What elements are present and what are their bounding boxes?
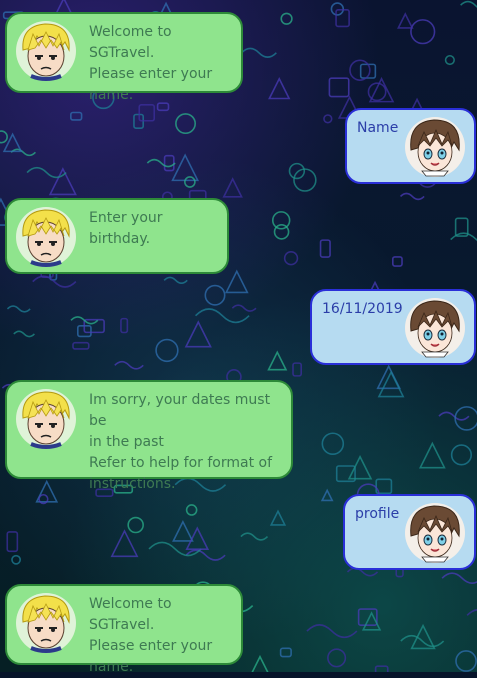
doodle-shape (194, 308, 250, 324)
user-message-text: profile (355, 506, 400, 522)
doodle-shape (172, 520, 194, 542)
doodle-shape (224, 269, 249, 294)
blonde-character-avatar (15, 20, 77, 82)
doodle-shape (418, 441, 446, 469)
doodle-shape (292, 362, 302, 377)
doodle-shape (184, 176, 196, 188)
doodle-shape (455, 650, 477, 672)
bot-message-text: Enter your birthday. (89, 210, 163, 247)
doodle-shape (367, 82, 387, 102)
doodle-shape (283, 251, 299, 266)
doodle-shape (377, 370, 405, 398)
doodle-shape (320, 488, 334, 502)
doodle-shape (268, 76, 291, 100)
user-message-1: Name (345, 108, 476, 184)
brown-haired-character-avatar (404, 502, 466, 564)
doodle-shape (410, 19, 436, 45)
doodle-shape (280, 12, 293, 25)
bot-message-2: Enter your birthday. (5, 198, 229, 274)
bot-message-text: Welcome to SGTravel. Please enter your n… (89, 24, 213, 103)
brown-haired-character-avatar (404, 116, 466, 178)
doodle-shape (127, 516, 144, 534)
user-message-text: Name (357, 120, 399, 136)
doodle-shape (72, 341, 90, 350)
doodle-shape (163, 276, 188, 284)
doodle-shape (321, 432, 345, 456)
blonde-character-avatar (15, 592, 77, 654)
doodle-shape (231, 304, 257, 312)
doodle-shape (240, 47, 277, 58)
user-message-text: 16/11/2019 (322, 301, 403, 317)
doodle-shape (155, 338, 179, 363)
doodle-shape (13, 330, 35, 338)
bot-message-1: Welcome to SGTravel. Please enter your n… (5, 12, 243, 103)
doodle-shape (288, 162, 306, 180)
doodle-shape (146, 158, 176, 168)
doodle-shape (399, 192, 425, 201)
doodle-shape (460, 0, 477, 8)
doodle-shape (222, 177, 243, 198)
brown-haired-character-avatar (404, 297, 466, 359)
doodle-shape (400, 634, 445, 648)
doodle-shape (374, 665, 389, 672)
doodle-shape (0, 130, 8, 144)
doodle-shape (175, 113, 197, 135)
bot-message-text: Welcome to SGTravel. Please enter your n… (89, 596, 213, 675)
doodle-shape (306, 624, 358, 639)
doodle-shape (114, 360, 144, 370)
doodle-shape (327, 648, 347, 668)
doodle-shape (204, 284, 226, 306)
doodle-shape (319, 239, 331, 258)
doodle-shape (185, 504, 198, 516)
doodle-shape (138, 104, 156, 122)
blonde-character-avatar (15, 388, 77, 450)
doodle-shape (120, 317, 129, 334)
doodle-shape (450, 232, 477, 242)
doodle-shape (267, 350, 288, 371)
doodle-shape (391, 256, 403, 267)
bot-message-3: Im sorry, your dates must be in the past… (5, 380, 293, 492)
doodle-shape (6, 531, 19, 553)
doodle-shape (271, 211, 291, 230)
doodle-shape (11, 554, 22, 565)
doodle-shape (368, 76, 395, 103)
blonde-character-avatar (15, 206, 77, 268)
doodle-shape (70, 111, 83, 121)
doodle-shape (347, 454, 373, 480)
doodle-shape (279, 647, 292, 658)
doodle-shape (10, 148, 36, 157)
doodle-shape (163, 154, 175, 172)
user-message-3: profile (343, 494, 476, 570)
doodle-shape (251, 654, 269, 672)
doodle-shape (240, 532, 269, 541)
doodle-shape (444, 54, 455, 66)
doodle-shape (48, 167, 77, 196)
doodle-shape (438, 411, 470, 421)
bot-message-4: Welcome to SGTravel. Please enter your n… (5, 584, 243, 675)
doodle-shape (441, 572, 477, 584)
doodle-shape (171, 153, 200, 182)
doodle-shape (185, 526, 210, 551)
doodle-shape (110, 529, 139, 558)
bot-message-text: Im sorry, your dates must be in the past… (89, 392, 273, 492)
doodle-shape (397, 12, 414, 29)
doodle-shape (184, 320, 212, 348)
doodle-shape (450, 444, 473, 466)
doodle-shape (323, 114, 333, 124)
doodle-shape (328, 77, 350, 98)
doodle-shape (32, 275, 77, 288)
doodle-shape (6, 305, 31, 313)
doodle-shape (466, 609, 477, 616)
user-message-2: 16/11/2019 (310, 289, 476, 365)
doodle-shape (269, 509, 287, 526)
